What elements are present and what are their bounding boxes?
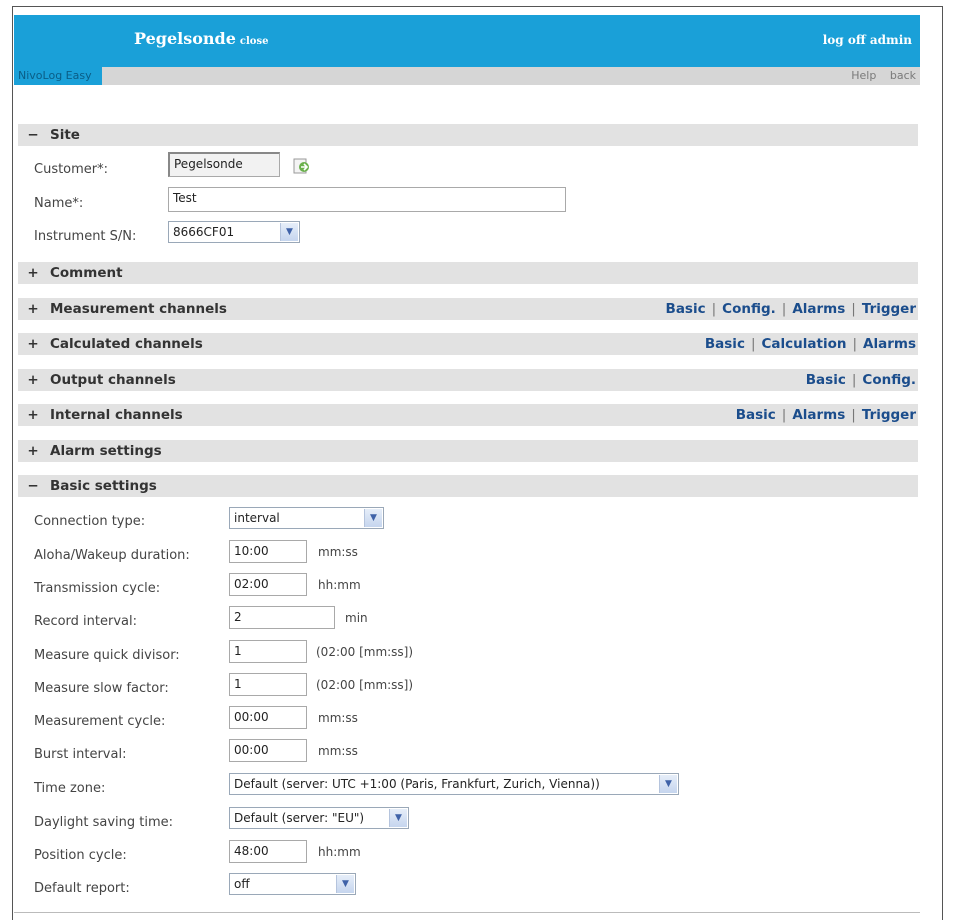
- sub-nav-bar: NivoLog Easy Help back: [14, 67, 920, 85]
- section-title: Internal channels: [50, 407, 183, 423]
- divider: [14, 912, 920, 913]
- section-calculated-channels[interactable]: + Calculated channels Basic | Calculation | A…: [18, 333, 918, 355]
- section-title: Calculated channels: [50, 336, 203, 352]
- slow-factor-unit: (02:00 [mm:ss]): [316, 678, 414, 692]
- position-label: Position cycle:: [34, 848, 127, 863]
- collapse-icon[interactable]: −: [26, 124, 40, 146]
- aloha-input[interactable]: 10:00: [229, 540, 307, 563]
- alarms-link[interactable]: Alarms: [863, 336, 916, 352]
- transmission-label: Transmission cycle:: [34, 581, 161, 596]
- section-comment[interactable]: + Comment: [18, 262, 918, 284]
- aloha-label: Aloha/Wakeup duration:: [34, 548, 190, 563]
- section-measurement-channels[interactable]: + Measurement channels Basic | Config. | Alar…: [18, 298, 918, 320]
- expand-icon[interactable]: +: [26, 262, 40, 284]
- section-basic-settings[interactable]: − Basic settings: [18, 475, 918, 497]
- expand-icon[interactable]: +: [26, 369, 40, 391]
- quick-divisor-input[interactable]: 1: [229, 640, 307, 663]
- customer-label: Customer*:: [34, 162, 109, 177]
- chevron-down-icon: ▼: [659, 775, 677, 793]
- measurement-cycle-input[interactable]: 00:00: [229, 706, 307, 729]
- name-field[interactable]: Test: [168, 187, 566, 212]
- config-link[interactable]: Config.: [722, 301, 776, 317]
- section-alarm-settings[interactable]: + Alarm settings: [18, 440, 918, 462]
- instrument-label: Instrument S/N:: [34, 229, 137, 244]
- aloha-unit: mm:ss: [318, 545, 358, 559]
- section-links: Basic | Alarms | Trigger: [735, 407, 916, 423]
- trigger-link[interactable]: Trigger: [862, 407, 916, 423]
- report-select[interactable]: off ▼: [229, 873, 356, 895]
- position-unit: hh:mm: [318, 845, 361, 859]
- help-link[interactable]: Help: [851, 69, 876, 82]
- section-title: Alarm settings: [50, 443, 162, 459]
- app-name-tab[interactable]: NivoLog Easy: [14, 67, 102, 85]
- section-links: Basic | Config.: [805, 372, 916, 388]
- section-site[interactable]: − Site: [18, 124, 918, 146]
- config-link[interactable]: Config.: [862, 372, 916, 388]
- section-title: Comment: [50, 265, 123, 281]
- position-input[interactable]: 48:00: [229, 840, 307, 863]
- quick-divisor-label: Measure quick divisor:: [34, 648, 180, 663]
- measurement-cycle-label: Measurement cycle:: [34, 714, 166, 729]
- transmission-input[interactable]: 02:00: [229, 573, 307, 596]
- report-label: Default report:: [34, 881, 130, 896]
- name-label: Name*:: [34, 196, 84, 211]
- section-output-channels[interactable]: + Output channels Basic | Config.: [18, 369, 918, 391]
- section-internal-channels[interactable]: + Internal channels Basic | Alarms | Trigger: [18, 404, 918, 426]
- section-links: Basic | Config. | Alarms | Trigger: [665, 301, 916, 317]
- basic-link[interactable]: Basic: [806, 372, 846, 388]
- transmission-unit: hh:mm: [318, 578, 361, 592]
- quick-divisor-unit: (02:00 [mm:ss]): [316, 645, 414, 659]
- logoff-link[interactable]: log off admin: [823, 33, 912, 47]
- basic-link[interactable]: Basic: [736, 407, 776, 423]
- expand-icon[interactable]: +: [26, 298, 40, 320]
- slow-factor-label: Measure slow factor:: [34, 681, 169, 696]
- close-link[interactable]: close: [240, 36, 269, 47]
- time-zone-label: Time zone:: [34, 781, 106, 796]
- alarms-link[interactable]: Alarms: [792, 301, 845, 317]
- back-link[interactable]: back: [890, 69, 916, 82]
- burst-unit: mm:ss: [318, 744, 358, 758]
- section-title: Measurement channels: [50, 301, 227, 317]
- burst-input[interactable]: 00:00: [229, 739, 307, 762]
- chevron-down-icon: ▼: [280, 223, 298, 241]
- chevron-down-icon: ▼: [336, 875, 354, 893]
- chevron-down-icon: ▼: [364, 509, 382, 527]
- basic-link[interactable]: Basic: [705, 336, 745, 352]
- section-title: Output channels: [50, 372, 176, 388]
- connection-type-label: Connection type:: [34, 514, 146, 529]
- dst-label: Daylight saving time:: [34, 815, 174, 830]
- lookup-icon[interactable]: [293, 158, 311, 174]
- calculation-link[interactable]: Calculation: [762, 336, 847, 352]
- expand-icon[interactable]: +: [26, 440, 40, 462]
- measurement-cycle-unit: mm:ss: [318, 711, 358, 725]
- slow-factor-input[interactable]: 1: [229, 673, 307, 696]
- help-links: Help back: [841, 67, 916, 85]
- record-unit: min: [345, 611, 368, 625]
- section-links: Basic | Calculation | Alarms: [704, 336, 916, 352]
- record-input[interactable]: 2: [229, 606, 335, 629]
- collapse-icon[interactable]: −: [26, 475, 40, 497]
- customer-field: Pegelsonde: [168, 152, 280, 177]
- time-zone-select[interactable]: Default (server: UTC +1:00 (Paris, Frank…: [229, 773, 679, 795]
- burst-label: Burst interval:: [34, 747, 127, 762]
- record-label: Record interval:: [34, 614, 137, 629]
- section-title: Site: [50, 127, 80, 143]
- dst-select[interactable]: Default (server: "EU") ▼: [229, 807, 409, 829]
- alarms-link[interactable]: Alarms: [792, 407, 845, 423]
- chevron-down-icon: ▼: [389, 809, 407, 827]
- page-title: Pegelsonde close: [134, 29, 269, 48]
- expand-icon[interactable]: +: [26, 404, 40, 426]
- header-bar: Pegelsonde close log off admin: [14, 15, 920, 67]
- connection-type-select[interactable]: interval ▼: [229, 507, 384, 529]
- instrument-select[interactable]: 8666CF01 ▼: [168, 221, 300, 243]
- trigger-link[interactable]: Trigger: [862, 301, 916, 317]
- basic-link[interactable]: Basic: [666, 301, 706, 317]
- section-title: Basic settings: [50, 478, 157, 494]
- expand-icon[interactable]: +: [26, 333, 40, 355]
